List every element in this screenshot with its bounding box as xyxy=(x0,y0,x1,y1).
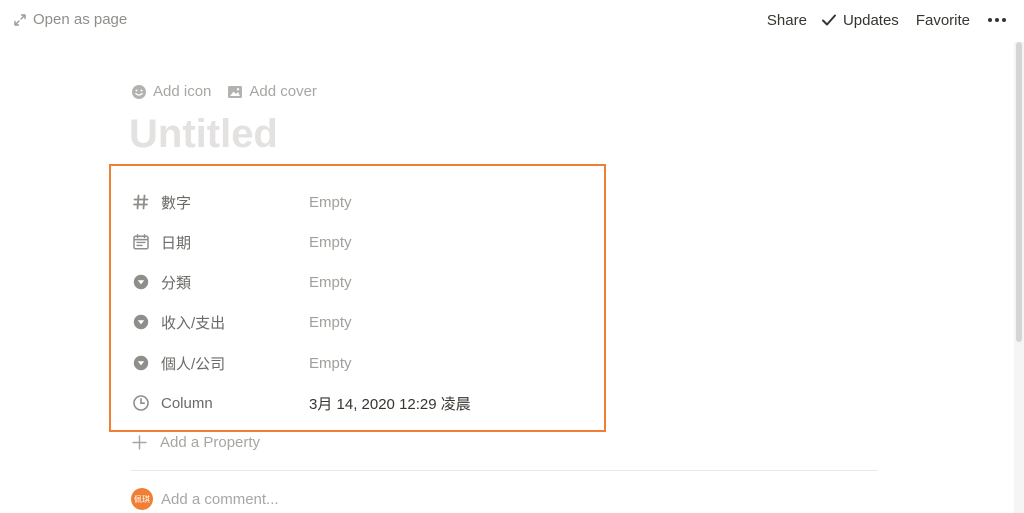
property-name: 分類 xyxy=(161,274,192,292)
image-icon xyxy=(228,85,243,98)
open-as-page-button[interactable]: Open as page xyxy=(13,11,127,28)
plus-icon xyxy=(132,435,147,450)
expand-arrows-icon xyxy=(14,13,26,26)
share-button[interactable]: Share xyxy=(767,12,807,29)
select-icon xyxy=(131,272,151,292)
property-row[interactable]: 分類 Empty xyxy=(131,267,591,297)
favorite-label: Favorite xyxy=(915,11,970,29)
property-row[interactable]: 個人/公司 Empty xyxy=(131,348,591,378)
more-dot xyxy=(1002,18,1006,22)
page-controls: Add icon Add cover xyxy=(131,83,317,100)
hash-icon xyxy=(131,192,151,212)
property-name: 數字 xyxy=(161,194,192,212)
property-value[interactable]: 3月 14, 2020 12:29 凌晨 xyxy=(309,393,471,414)
property-value[interactable]: Empty xyxy=(309,274,352,291)
scrollbar-thumb[interactable] xyxy=(1016,42,1022,342)
property-row[interactable]: Column 3月 14, 2020 12:29 凌晨 xyxy=(131,388,591,418)
checkmark-icon xyxy=(821,14,836,26)
favorite-button[interactable]: Favorite xyxy=(916,12,970,29)
top-bar: Open as page Share Updates Favorite xyxy=(0,0,1024,44)
select-icon xyxy=(131,353,151,373)
property-name: 日期 xyxy=(161,234,192,252)
property-value[interactable]: Empty xyxy=(309,355,352,372)
page-title[interactable]: Untitled xyxy=(129,112,278,157)
divider xyxy=(131,470,878,471)
clock-icon xyxy=(131,393,151,413)
open-as-page-label: Open as page xyxy=(33,11,128,28)
updates-label: Updates xyxy=(842,11,899,29)
more-dot xyxy=(988,18,992,22)
property-value[interactable]: Empty xyxy=(309,314,352,331)
property-row[interactable]: 收入/支出 Empty xyxy=(131,307,591,337)
smiley-icon xyxy=(132,84,146,99)
add-property-label: Add a Property xyxy=(160,434,261,451)
scrollbar[interactable] xyxy=(1014,42,1024,513)
property-name: Column xyxy=(161,394,213,412)
property-name: 個人/公司 xyxy=(161,355,226,373)
calendar-icon xyxy=(131,232,151,252)
property-row[interactable]: 日期 Empty xyxy=(131,227,591,257)
add-cover-label: Add cover xyxy=(249,83,317,100)
add-property-button[interactable]: Add a Property xyxy=(131,434,260,451)
more-dot xyxy=(995,18,999,22)
add-icon-label: Add icon xyxy=(153,83,212,100)
avatar: 佩琪 xyxy=(131,488,153,510)
add-icon-button[interactable]: Add icon xyxy=(131,83,211,100)
property-row[interactable]: 數字 Empty xyxy=(131,187,591,217)
updates-button[interactable]: Updates xyxy=(821,12,899,29)
share-label: Share xyxy=(766,11,807,29)
select-icon xyxy=(131,312,151,332)
add-cover-button[interactable]: Add cover xyxy=(227,83,317,100)
property-value[interactable]: Empty xyxy=(309,234,352,251)
comment-bar[interactable]: 佩琪 Add a comment... xyxy=(131,488,279,510)
more-options-button[interactable] xyxy=(986,11,1008,29)
comment-input[interactable]: Add a comment... xyxy=(161,491,279,508)
property-value[interactable]: Empty xyxy=(309,194,352,211)
property-name: 收入/支出 xyxy=(161,314,226,332)
